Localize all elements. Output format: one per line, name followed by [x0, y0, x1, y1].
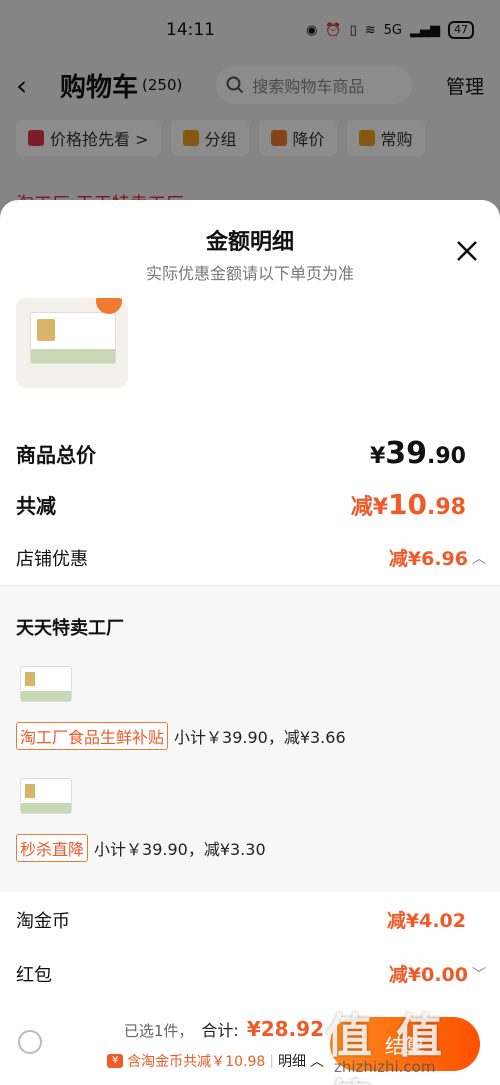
shop-name: 天天特卖工厂	[16, 618, 124, 639]
total-price-value: ¥39.90	[369, 436, 466, 471]
amount-detail-sheet: 金额明细 实际优惠金额请以下单页为准 商品总价 ¥39.90 共减 减¥10.9…	[0, 200, 500, 1085]
coins-value: 减¥4.02	[386, 910, 466, 932]
shop-discount-panel: 天天特卖工厂 淘工厂食品生鲜补贴 小计￥39.90，减¥3.66 秒杀直降 小计…	[0, 586, 500, 892]
total-reduce-value: 减¥10.98	[350, 488, 466, 521]
footer-total-label: 合计:	[201, 1021, 239, 1040]
redpacket-row[interactable]: 红包 减¥0.00 ﹀	[16, 960, 486, 987]
store-discount-value: 减¥6.96 ︿	[388, 548, 486, 570]
coins-row: 淘金币 减¥4.02	[16, 906, 466, 933]
promo-detail: 小计￥39.90，减¥3.66	[174, 728, 346, 747]
store-discount-row[interactable]: 店铺优惠 减¥6.96 ︿	[16, 544, 486, 571]
chevron-up-icon: ︿	[310, 1054, 324, 1070]
promo-tag: 秒杀直降	[16, 834, 89, 862]
close-icon[interactable]	[452, 236, 482, 266]
promo-product-thumb	[20, 666, 72, 702]
footer-summary: 已选1件， 合计: ¥28.92	[124, 1017, 324, 1041]
total-price-row: 商品总价 ¥39.90	[16, 436, 466, 471]
redpacket-value: 减¥0.00 ﹀	[388, 964, 486, 986]
total-reduce-label: 共减	[16, 494, 56, 518]
store-discount-label: 店铺优惠	[16, 548, 88, 570]
sheet-subtitle: 实际优惠金额请以下单页为准	[145, 264, 354, 283]
coin-icon: ¥	[107, 1054, 124, 1068]
footer-coin-note[interactable]: ¥ 含淘金币共减￥10.98 | 明细 ︿	[107, 1051, 324, 1071]
checkout-bar: 已选1件， 合计: ¥28.92 ¥ 含淘金币共减￥10.98 | 明细 ︿ 结…	[0, 1005, 500, 1085]
total-reduce-row: 共减 减¥10.98	[16, 488, 466, 521]
coin-note-text: 含淘金币共减￥10.98	[127, 1054, 266, 1070]
promo-tag: 淘工厂食品生鲜补贴	[16, 722, 169, 750]
promo-line: 秒杀直降 小计￥39.90，减¥3.30	[16, 834, 266, 862]
checkout-button[interactable]: 结算	[330, 1017, 480, 1071]
selected-count: 已选1件，	[123, 1022, 194, 1040]
footer-total-value: ¥28.92	[246, 1017, 324, 1041]
promo-line: 淘工厂食品生鲜补贴 小计￥39.90，减¥3.66	[16, 722, 346, 750]
select-all-checkbox[interactable]	[18, 1030, 42, 1054]
redpacket-label: 红包	[16, 964, 52, 986]
detail-toggle[interactable]: 明细	[278, 1051, 306, 1071]
sheet-title: 金额明细	[205, 230, 294, 255]
product-thumbnail[interactable]	[16, 298, 128, 388]
milk-box-image	[30, 312, 116, 364]
chevron-up-icon: ︿	[472, 550, 486, 567]
promo-detail: 小计￥39.90，减¥3.30	[94, 840, 266, 859]
chevron-down-icon: ﹀	[472, 966, 486, 983]
promo-product-thumb	[20, 778, 72, 814]
total-price-label: 商品总价	[16, 443, 96, 467]
coins-label: 淘金币	[16, 910, 70, 932]
